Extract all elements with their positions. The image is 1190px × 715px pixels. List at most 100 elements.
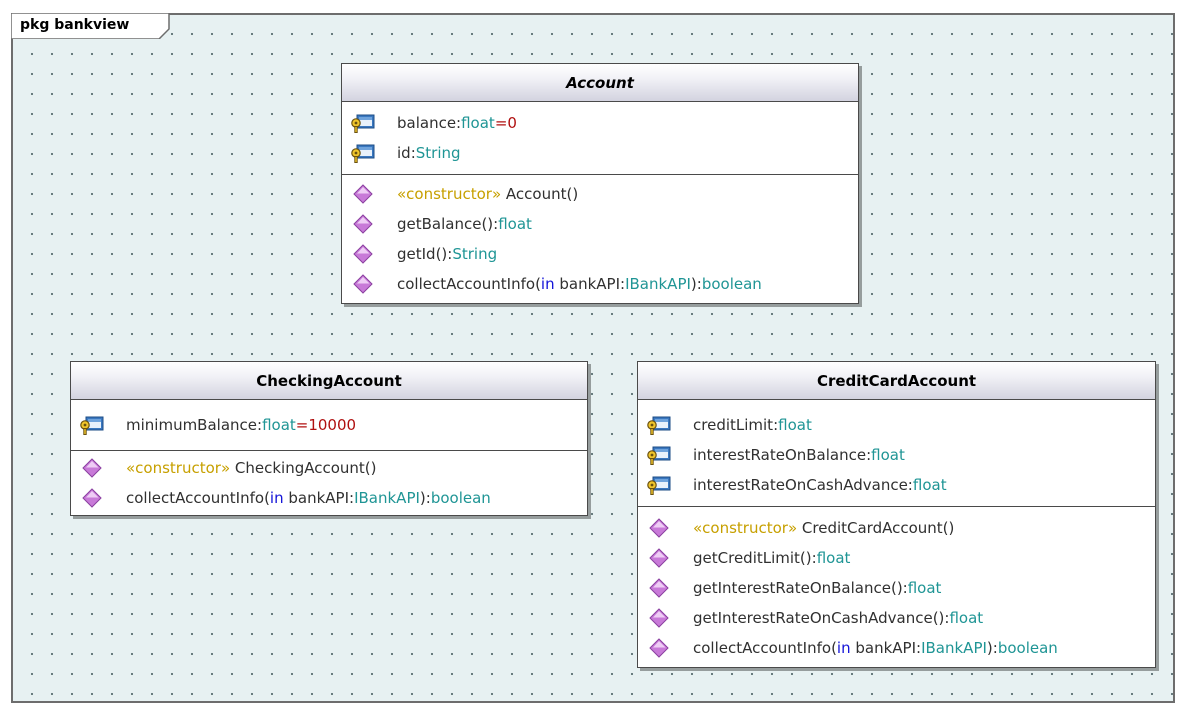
operation-row[interactable]: collectAccountInfo(in bankAPI:IBankAPI):… [350,269,858,299]
attribute-type: float [778,416,812,434]
operation-name: getInterestRateOnCashAdvance(): [693,609,950,627]
class-account[interactable]: Account balance:float=0 id:String «constr… [341,63,859,304]
operation-row[interactable]: getCreditLimit():float [646,543,1155,573]
attribute-row[interactable]: minimumBalance:float=10000 [79,410,587,440]
operation-text: getBalance():float [397,215,532,233]
operation-icon [353,214,373,234]
operation-row[interactable]: collectAccountInfo(in bankAPI:IBankAPI):… [646,633,1155,663]
attributes-section: minimumBalance:float=10000 [71,400,587,451]
attribute-type: String [415,144,461,162]
attribute-row[interactable]: interestRateOnCashAdvance:float [646,470,1155,500]
parameter-type: IBankAPI [354,489,420,507]
operation-row[interactable]: «constructor» CreditCardAccount() [646,513,1155,543]
operations-section: «constructor» CheckingAccount() collectAc… [71,451,587,515]
return-type: float [949,609,984,627]
parameter-direction: in [269,489,284,507]
attribute-row[interactable]: interestRateOnBalance:float [646,440,1155,470]
operation-row[interactable]: getInterestRateOnCashAdvance():float [646,603,1155,633]
private-attribute-icon [647,476,671,495]
private-attribute-icon [351,114,375,133]
parameter-close: ): [419,489,431,507]
attribute-name: creditLimit: [693,416,779,434]
operation-name: getInterestRateOnBalance(): [693,579,908,597]
class-name-checking-account: CheckingAccount [71,362,587,400]
operation-name: getBalance(): [397,215,499,233]
operation-row[interactable]: getBalance():float [350,209,858,239]
package-label: pkg bankview [20,17,130,33]
attribute-name: id: [397,144,416,162]
operation-row[interactable]: «constructor» CheckingAccount() [79,453,587,483]
parameter-name: bankAPI: [283,489,355,507]
operation-icon [353,184,373,204]
attribute-name: interestRateOnCashAdvance: [693,476,913,494]
return-type: boolean [701,275,762,293]
operation-text: collectAccountInfo(in bankAPI:IBankAPI):… [397,275,762,293]
operation-row[interactable]: collectAccountInfo(in bankAPI:IBankAPI):… [79,483,587,513]
parameter-direction: in [540,275,555,293]
operations-section: «constructor» Account() getBalance():floa… [342,175,858,303]
return-type: boolean [997,639,1058,657]
operation-name: collectAccountInfo( [693,639,837,657]
operation-text: getCreditLimit():float [693,549,850,567]
attribute-row[interactable]: balance:float=0 [350,108,858,138]
stereotype: «constructor» [693,519,798,537]
private-attribute-icon [647,416,671,435]
attribute-name: interestRateOnBalance: [693,446,872,464]
attribute-text: interestRateOnCashAdvance:float [693,476,947,494]
class-checking-account[interactable]: CheckingAccount minimumBalance:float=100… [70,361,588,516]
operation-icon [82,458,102,478]
operation-icon [353,274,373,294]
attribute-type: float [871,446,905,464]
attribute-name: minimumBalance: [126,416,263,434]
operation-icon [649,548,669,568]
parameter-name: bankAPI: [554,275,626,293]
operations-section: «constructor» CreditCardAccount() getCred… [638,507,1155,667]
operation-name: getCreditLimit(): [693,549,817,567]
operation-text: «constructor» CreditCardAccount() [693,519,954,537]
operation-icon [649,608,669,628]
class-name-account: Account [342,64,858,102]
operation-icon [353,244,373,264]
operation-name: CreditCardAccount() [797,519,955,537]
operation-row[interactable]: getId():String [350,239,858,269]
operation-name: getId(): [397,245,453,263]
class-name-credit-card-account: CreditCardAccount [638,362,1155,400]
operation-icon [649,578,669,598]
return-type: float [907,579,942,597]
attribute-text: balance:float=0 [397,114,517,132]
parameter-type: IBankAPI [625,275,691,293]
parameter-direction: in [836,639,851,657]
operation-name: collectAccountInfo( [397,275,541,293]
operation-name: collectAccountInfo( [126,489,270,507]
operation-text: collectAccountInfo(in bankAPI:IBankAPI):… [693,639,1058,657]
default-value: =0 [494,114,517,132]
stereotype: «constructor» [397,185,502,203]
attribute-text: minimumBalance:float=10000 [126,416,356,434]
attribute-type: float [461,114,495,132]
parameter-close: ): [690,275,702,293]
return-type: float [498,215,532,233]
operation-icon [82,488,102,508]
package-tab[interactable]: pkg bankview [11,13,171,39]
attributes-section: balance:float=0 id:String [342,102,858,175]
private-attribute-icon [351,144,375,163]
return-type: String [452,245,498,263]
attribute-row[interactable]: creditLimit:float [646,410,1155,440]
private-attribute-icon [647,446,671,465]
operation-text: getId():String [397,245,497,263]
stereotype: «constructor» [126,459,231,477]
attribute-name: balance: [397,114,462,132]
operation-row[interactable]: getInterestRateOnBalance():float [646,573,1155,603]
default-value: =10000 [295,416,357,434]
attribute-text: interestRateOnBalance:float [693,446,905,464]
return-type: boolean [430,489,491,507]
attribute-row[interactable]: id:String [350,138,858,168]
class-credit-card-account[interactable]: CreditCardAccount creditLimit:float inter… [637,361,1156,668]
operation-icon [649,638,669,658]
attribute-text: creditLimit:float [693,416,812,434]
attribute-type: float [912,476,947,494]
operation-icon [649,518,669,538]
parameter-close: ): [986,639,998,657]
private-attribute-icon [80,416,104,435]
operation-row[interactable]: «constructor» Account() [350,179,858,209]
